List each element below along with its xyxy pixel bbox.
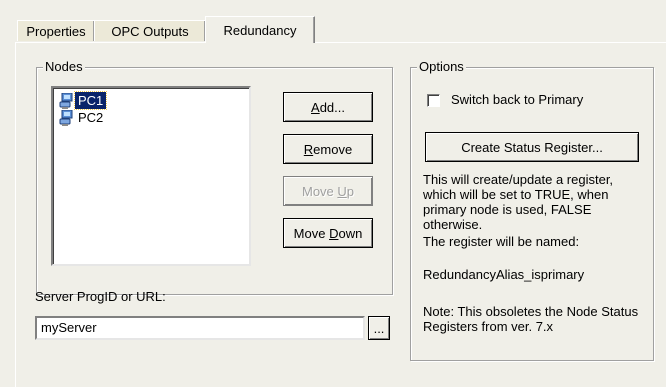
nodes-listbox[interactable]: PC1 PC2 [51,86,251,266]
move-down-button-label: Move Down [293,225,363,241]
switch-back-label[interactable]: Switch back to Primary [451,92,583,108]
obsolete-note: Note: This obsoletes the Node Status Reg… [423,304,639,334]
tab-opc-outputs-label: OPC Outputs [111,23,189,39]
options-group: Options Switch back to Primary Create St… [410,59,654,361]
add-button-label: Add... [311,99,345,115]
list-item-pc2-label: PC2 [78,110,104,125]
list-item-pc2[interactable]: PC2 [59,109,106,126]
nodes-group: Nodes PC1 PC2 Add... Remove Move Up Move… [36,59,393,295]
move-up-button-label: Move Up [301,183,355,199]
browse-button[interactable]: ... [368,316,390,340]
server-progid-input[interactable]: myServer [35,316,365,340]
list-item-pc1-label: PC1 [73,91,108,110]
computer-icon [59,109,73,126]
move-up-button[interactable]: Move Up [283,176,373,206]
server-progid-label: Server ProgID or URL: [35,289,166,304]
add-button[interactable]: Add... [283,92,373,122]
switch-back-checkbox[interactable] [427,94,440,107]
create-status-register-button[interactable]: Create Status Register... [425,132,639,162]
create-status-register-label: Create Status Register... [461,139,603,155]
list-item-pc1[interactable]: PC1 [59,91,108,110]
remove-button-label: Remove [303,141,353,157]
computer-icon [59,92,73,109]
remove-button[interactable]: Remove [283,134,373,164]
register-description: This will create/update a register, whic… [423,172,614,232]
tab-properties-label: Properties [26,23,86,39]
tab-redundancy-label: Redundancy [223,22,297,38]
tab-opc-outputs[interactable]: OPC Outputs [94,20,206,41]
nodes-group-title: Nodes [43,59,85,75]
options-group-title: Options [417,59,466,75]
browse-button-label: ... [373,320,385,336]
tab-redundancy[interactable]: Redundancy [205,16,315,43]
redundancy-panel: Nodes PC1 PC2 Add... Remove Move Up Move… [15,42,666,387]
register-named-label: The register will be named: [423,234,580,249]
register-name-value: RedundancyAlias_isprimary [423,267,585,282]
tab-properties[interactable]: Properties [17,20,95,41]
move-down-button[interactable]: Move Down [283,218,373,248]
